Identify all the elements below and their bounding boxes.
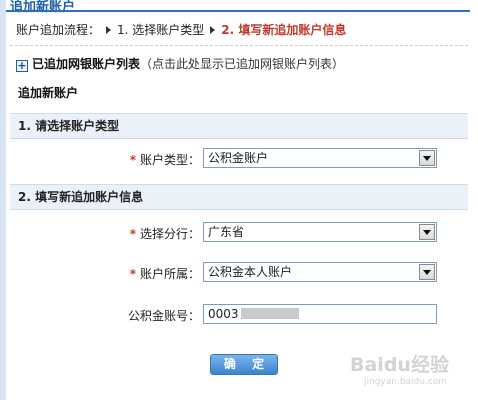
account-number-input[interactable]: 0003 xyxy=(203,304,437,324)
owner-row: * 账户所属： 公积金本人账户 xyxy=(10,262,468,284)
account-number-label: 公积金账号： xyxy=(127,309,200,323)
required-mark: * xyxy=(129,267,136,281)
account-number-row: 公积金账号： 0003 xyxy=(10,304,468,326)
linked-accounts-toggle[interactable]: + 已追加网银账户列表（点击此处显示已追加网银账户列表） xyxy=(16,56,344,72)
chevron-down-icon[interactable] xyxy=(419,224,435,240)
required-mark: * xyxy=(129,153,136,167)
dashed-divider xyxy=(10,45,468,46)
confirm-button[interactable]: 确 定 xyxy=(210,354,278,375)
masked-digits xyxy=(240,308,299,319)
watermark-logo: Baidu经验 xyxy=(350,354,449,376)
branch-value: 广东省 xyxy=(208,225,245,239)
step-arrow-icon xyxy=(106,26,112,34)
header-divider xyxy=(6,10,470,12)
section-account-info: 2. 填写新追加账户信息 xyxy=(10,184,468,210)
steps-label: 账户追加流程： xyxy=(16,23,101,37)
step-1: 1. 选择账户类型 xyxy=(117,23,205,37)
owner-select[interactable]: 公积金本人账户 xyxy=(203,262,437,282)
branch-label: * 选择分行： xyxy=(129,227,200,241)
linked-accounts-title[interactable]: 已追加网银账户列表 xyxy=(32,57,140,71)
left-rail xyxy=(0,0,6,400)
add-account-heading: 追加新账户 xyxy=(18,86,79,100)
page-title: 追加新账户 xyxy=(10,0,76,15)
linked-accounts-hint[interactable]: （点击此处显示已追加网银账户列表） xyxy=(140,57,344,71)
required-mark: * xyxy=(129,227,136,241)
account-type-value: 公积金账户 xyxy=(208,151,269,165)
owner-value: 公积金本人账户 xyxy=(208,265,293,279)
process-steps: 账户追加流程： 1. 选择账户类型 2. 填写新追加账户信息 xyxy=(16,20,346,40)
watermark-url: jingyan.baidu.com xyxy=(364,377,448,387)
section-account-type: 1. 请选择账户类型 xyxy=(10,113,468,139)
account-type-select[interactable]: 公积金账户 xyxy=(203,148,437,168)
step-2-active: 2. 填写新追加账户信息 xyxy=(221,23,347,37)
baidu-watermark: Baidu经验 jingyan.baidu.com xyxy=(350,350,468,392)
chevron-down-icon[interactable] xyxy=(419,150,435,166)
owner-label: * 账户所属： xyxy=(129,267,200,281)
account-type-label: * 账户类型： xyxy=(129,153,200,167)
chevron-down-icon[interactable] xyxy=(419,264,435,280)
account-number-value: 0003 xyxy=(208,307,239,321)
branch-select[interactable]: 广东省 xyxy=(203,222,437,242)
expand-plus-icon[interactable]: + xyxy=(16,60,28,72)
branch-row: * 选择分行： 广东省 xyxy=(10,222,468,244)
step-arrow-icon xyxy=(210,26,216,34)
account-type-row: * 账户类型： 公积金账户 xyxy=(10,148,468,170)
